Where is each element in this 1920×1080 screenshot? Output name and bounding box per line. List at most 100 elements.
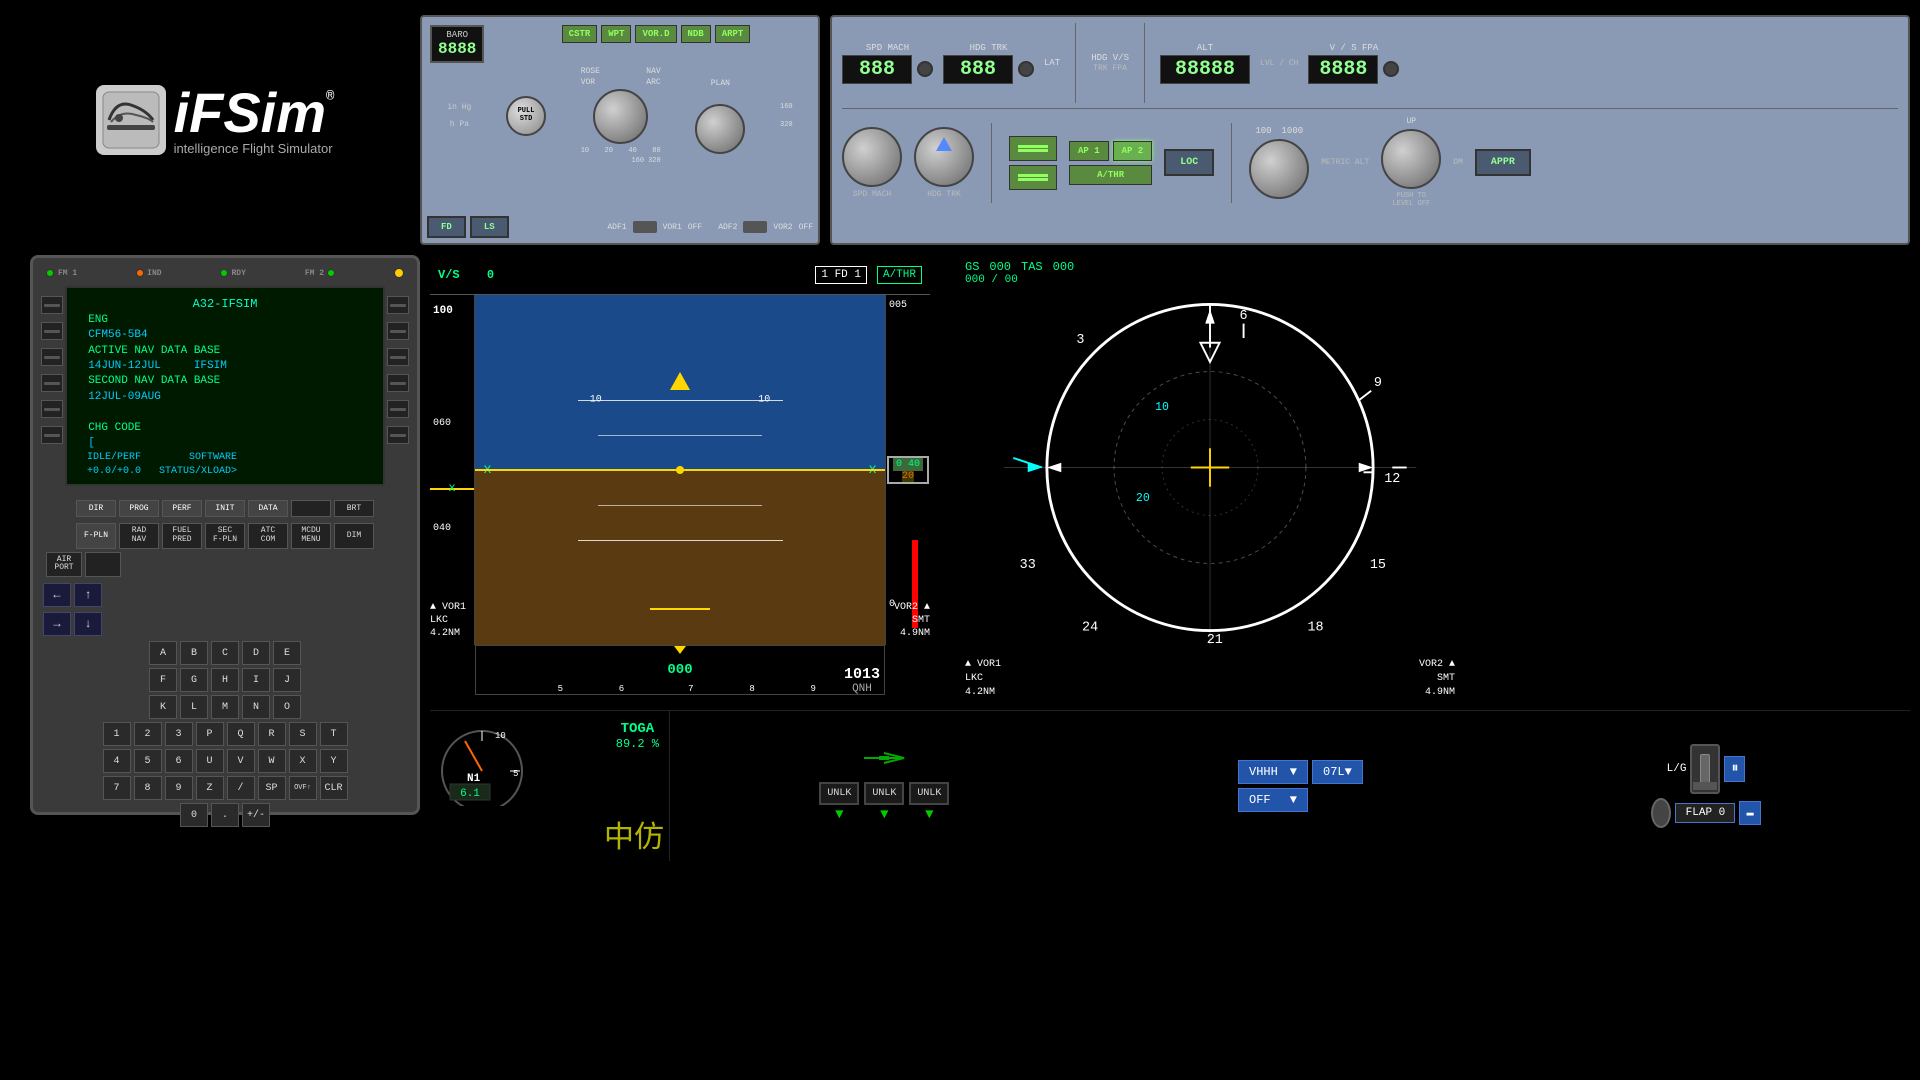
lsk1l[interactable]: [41, 296, 63, 314]
flap-knob[interactable]: [1651, 798, 1671, 828]
alt-knob[interactable]: [1249, 139, 1309, 199]
vs-fpa-knob[interactable]: [1381, 129, 1441, 189]
athr-button[interactable]: A/THR: [1069, 165, 1152, 185]
key-P[interactable]: P: [196, 722, 224, 746]
unlk3-button[interactable]: UNLK: [909, 782, 949, 805]
appr-button[interactable]: APPR: [1475, 149, 1531, 176]
spd-mach-knob[interactable]: [842, 127, 902, 187]
lsk5l[interactable]: [41, 400, 63, 418]
key-3[interactable]: 3: [165, 722, 193, 746]
adf1-switch[interactable]: [633, 221, 657, 233]
key-plusminus[interactable]: +/-: [242, 803, 270, 827]
key-I[interactable]: I: [242, 668, 270, 692]
ap2-button[interactable]: AP 2: [1113, 141, 1153, 161]
rad-nav-button[interactable]: RADNAV: [119, 523, 159, 549]
key-ovfy[interactable]: OVF↑: [289, 776, 317, 800]
hdg-trk-toggle[interactable]: [1009, 136, 1057, 161]
vord-button[interactable]: VOR.D: [635, 25, 676, 43]
runway-selector[interactable]: 07L ▼: [1312, 760, 1363, 784]
key-X[interactable]: X: [289, 749, 317, 773]
key-E[interactable]: E: [273, 641, 301, 665]
key-0[interactable]: 0: [180, 803, 208, 827]
key-B[interactable]: B: [180, 641, 208, 665]
blank-button[interactable]: [291, 500, 331, 517]
lg-lever[interactable]: [1690, 744, 1720, 794]
key-7[interactable]: 7: [103, 776, 131, 800]
key-2[interactable]: 2: [134, 722, 162, 746]
brt-button[interactable]: BRT: [334, 500, 374, 517]
airport-selector[interactable]: VHHH ▼: [1238, 760, 1308, 784]
down-arrow-key[interactable]: ↓: [74, 612, 102, 636]
key-5[interactable]: 5: [134, 749, 162, 773]
key-Z[interactable]: Z: [196, 776, 224, 800]
unlk1-button[interactable]: UNLK: [819, 782, 859, 805]
lsk3l[interactable]: [41, 348, 63, 366]
ndb-button[interactable]: NDB: [681, 25, 711, 43]
gear-state-button[interactable]: ▬: [1739, 801, 1760, 825]
ls-button[interactable]: LS: [470, 216, 509, 238]
init-button[interactable]: INIT: [205, 500, 245, 517]
fuel-pred-button[interactable]: FUELPRED: [162, 523, 202, 549]
airport-button[interactable]: AIRPORT: [46, 552, 82, 578]
fpln-button[interactable]: F-PLN: [76, 523, 116, 549]
mcdu-menu-button[interactable]: MCDUMENU: [291, 523, 331, 549]
perf-button[interactable]: PERF: [162, 500, 202, 517]
key-U[interactable]: U: [196, 749, 224, 773]
hdg-trk-knob[interactable]: [914, 127, 974, 187]
key-8[interactable]: 8: [134, 776, 162, 800]
lsk2l[interactable]: [41, 322, 63, 340]
key-G[interactable]: G: [180, 668, 208, 692]
key-L[interactable]: L: [180, 695, 208, 719]
key-sp[interactable]: SP: [258, 776, 286, 800]
vs-fpa-toggle[interactable]: [1009, 165, 1057, 190]
wpt-button[interactable]: WPT: [601, 25, 631, 43]
data-button[interactable]: DATA: [248, 500, 288, 517]
key-1[interactable]: 1: [103, 722, 131, 746]
cstr-button[interactable]: CSTR: [562, 25, 598, 43]
sec-fpln-button[interactable]: SECF-PLN: [205, 523, 245, 549]
pause-button[interactable]: ⏸: [1724, 756, 1745, 782]
key-A[interactable]: A: [149, 641, 177, 665]
lsk5r[interactable]: [387, 400, 409, 418]
key-R[interactable]: R: [258, 722, 286, 746]
atc-com-button[interactable]: ATCCOM: [248, 523, 288, 549]
lsk4l[interactable]: [41, 374, 63, 392]
left-arrow-key[interactable]: ←: [43, 583, 71, 607]
key-Y[interactable]: Y: [320, 749, 348, 773]
dir-button[interactable]: DIR: [76, 500, 116, 517]
key-W[interactable]: W: [258, 749, 286, 773]
lsk4r[interactable]: [387, 374, 409, 392]
key-J[interactable]: J: [273, 668, 301, 692]
lsk1r[interactable]: [387, 296, 409, 314]
key-K[interactable]: K: [149, 695, 177, 719]
loc-button[interactable]: LOC: [1164, 149, 1214, 176]
key-V[interactable]: V: [227, 749, 255, 773]
dim-button[interactable]: DIM: [334, 523, 374, 549]
adf2-switch[interactable]: [743, 221, 767, 233]
key-6[interactable]: 6: [165, 749, 193, 773]
range-knob[interactable]: [593, 89, 648, 144]
key-dot[interactable]: .: [211, 803, 239, 827]
lsk2r[interactable]: [387, 322, 409, 340]
ap1-button[interactable]: AP 1: [1069, 141, 1109, 161]
flap-selector[interactable]: FLAP 0: [1675, 803, 1735, 823]
key-M[interactable]: M: [211, 695, 239, 719]
key-4[interactable]: 4: [103, 749, 131, 773]
key-D[interactable]: D: [242, 641, 270, 665]
unlk2-button[interactable]: UNLK: [864, 782, 904, 805]
key-C[interactable]: C: [211, 641, 239, 665]
lsk6l[interactable]: [41, 426, 63, 444]
key-slash[interactable]: /: [227, 776, 255, 800]
key-9[interactable]: 9: [165, 776, 193, 800]
off-selector[interactable]: OFF ▼: [1238, 788, 1308, 812]
key-Q[interactable]: Q: [227, 722, 255, 746]
key-T[interactable]: T: [320, 722, 348, 746]
lsk3r[interactable]: [387, 348, 409, 366]
lsk6r[interactable]: [387, 426, 409, 444]
key-N[interactable]: N: [242, 695, 270, 719]
up-arrow-key[interactable]: ↑: [74, 583, 102, 607]
key-F[interactable]: F: [149, 668, 177, 692]
mode-knob[interactable]: [695, 104, 745, 154]
pull-std-button[interactable]: PULLSTD: [506, 96, 546, 136]
key-clr[interactable]: CLR: [320, 776, 348, 800]
